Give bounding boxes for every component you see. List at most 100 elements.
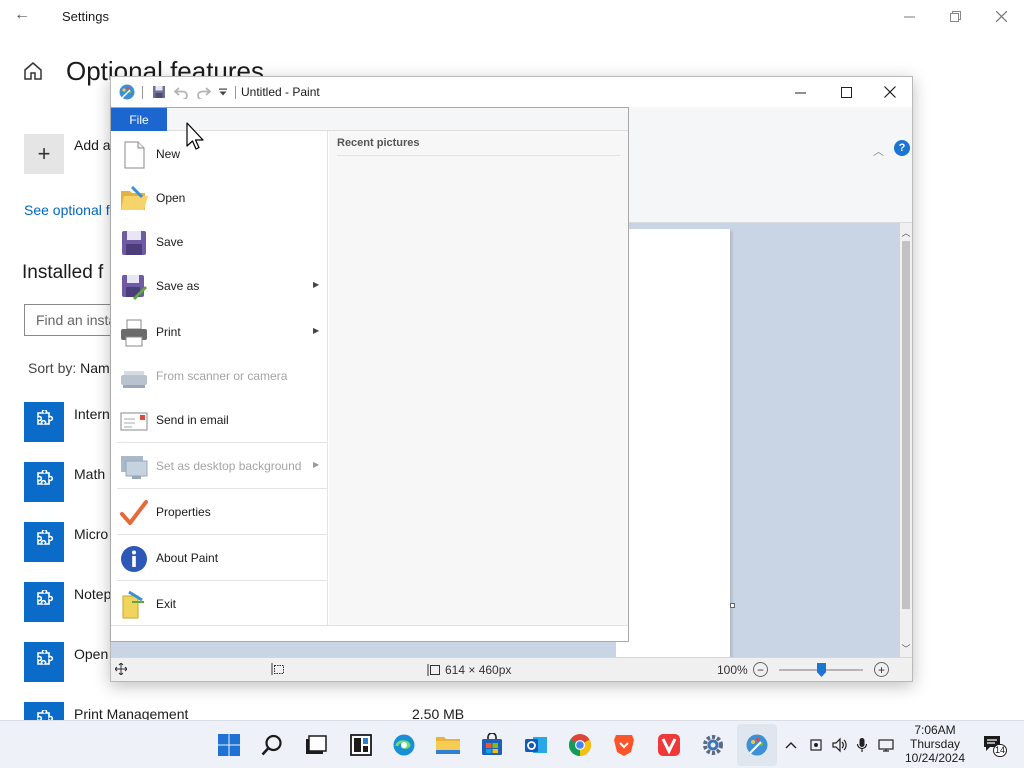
minimize-icon[interactable] [777, 77, 823, 107]
scroll-down-icon[interactable]: ﹀ [900, 641, 912, 655]
settings-title: Settings [62, 9, 109, 24]
puzzle-piece-icon [24, 462, 64, 502]
clock[interactable]: 7:06AM Thursday 10/24/2024 [900, 723, 970, 765]
show-hidden-icons-chevron-icon[interactable] [781, 735, 801, 755]
chrome-icon[interactable] [566, 731, 594, 759]
menu-item-save-as[interactable]: Save as ▶ [111, 265, 328, 309]
network-monitor-icon[interactable] [876, 735, 896, 755]
cursor-position-icon [115, 663, 127, 675]
menu-item-set-desktop-background[interactable]: Set as desktop background ▶ [111, 445, 328, 489]
selection-size-icon [271, 663, 285, 675]
collapse-ribbon-icon[interactable]: ︿ [873, 143, 884, 159]
help-icon[interactable]: ? [894, 140, 910, 156]
paint-titlebar[interactable]: Untitled - Paint [111, 77, 912, 107]
notification-count-badge: 14 [993, 744, 1008, 757]
menu-item-open[interactable]: Open [111, 177, 328, 221]
separator [142, 86, 143, 99]
menu-item-properties[interactable]: Properties [111, 491, 328, 535]
menu-item-label: Send in email [156, 413, 229, 427]
menu-item-label: Set as desktop background [156, 459, 302, 473]
menu-item-label: Save as [156, 279, 200, 293]
checkmark-icon [120, 500, 148, 525]
paint-app-icon[interactable] [118, 83, 136, 101]
paint-window-title: Untitled - Paint [241, 85, 320, 99]
recent-pictures-panel: Recent pictures [329, 131, 628, 625]
puzzle-piece-icon [24, 522, 64, 562]
close-icon[interactable] [867, 77, 913, 107]
brave-browser-icon[interactable] [610, 731, 638, 759]
search-icon[interactable] [258, 731, 286, 759]
sort-by[interactable]: Sort by: Nam [28, 360, 110, 376]
widgets-icon[interactable] [347, 731, 375, 759]
file-tab[interactable]: File [111, 108, 167, 131]
canvas-size: 614 × 460px [427, 663, 511, 677]
menu-item-exit[interactable]: Exit [111, 583, 328, 627]
file-explorer-icon[interactable] [434, 731, 462, 759]
canvas-size-text: 614 × 460px [445, 663, 512, 677]
meet-now-icon[interactable] [806, 735, 826, 755]
menu-item-label: Open [156, 191, 186, 205]
maximize-icon[interactable] [823, 77, 869, 107]
undo-icon[interactable] [172, 83, 190, 101]
close-icon[interactable] [978, 4, 1024, 28]
scrollbar-thumb[interactable] [902, 241, 910, 609]
menu-item-label: New [156, 147, 181, 161]
add-feature-button[interactable]: + [24, 134, 64, 174]
recent-pictures-heading: Recent pictures [337, 137, 620, 156]
paint-taskbar-icon[interactable] [743, 731, 771, 759]
zoom-out-icon[interactable]: − [753, 662, 768, 677]
save-icon[interactable] [150, 83, 168, 101]
floppy-disk-icon [122, 231, 146, 255]
task-view-icon[interactable] [302, 731, 330, 759]
desktop-background-icon [121, 456, 148, 479]
menu-divider [117, 488, 327, 489]
menu-item-label: Properties [156, 505, 211, 519]
microsoft-store-icon[interactable] [478, 731, 506, 759]
menu-item-print[interactable]: Print ▶ [111, 311, 328, 355]
menu-item-new[interactable]: New [111, 133, 328, 177]
sort-label: Sort by: [28, 360, 77, 376]
add-feature-label[interactable]: Add a [74, 137, 111, 153]
feature-name: Open [74, 646, 109, 662]
clock-time: 7:06AM [914, 723, 956, 737]
sort-value[interactable]: Nam [80, 360, 110, 376]
menu-item-about-paint[interactable]: About Paint [111, 537, 328, 581]
menu-divider [117, 534, 327, 535]
see-optional-features-link[interactable]: See optional f [24, 202, 110, 218]
menu-divider [117, 580, 327, 581]
drawing-canvas[interactable] [616, 229, 730, 657]
mouse-pointer-icon [186, 122, 204, 150]
zoom-slider-thumb[interactable] [817, 663, 826, 677]
canvas-resize-handle[interactable] [730, 603, 735, 608]
outlook-icon[interactable] [522, 731, 550, 759]
back-arrow-icon[interactable]: ← [14, 6, 30, 24]
menu-divider [117, 442, 327, 443]
puzzle-piece-icon [24, 402, 64, 442]
notification-center[interactable]: 14 [983, 735, 1008, 757]
feature-name: Notep [74, 586, 112, 602]
home-icon[interactable] [22, 60, 44, 82]
minimize-icon[interactable] [886, 4, 932, 28]
settings-gear-icon[interactable] [699, 731, 727, 759]
clock-day: Thursday [909, 737, 961, 751]
menu-item-send-in-email[interactable]: Send in email [111, 399, 328, 443]
zoom-in-icon[interactable]: + [874, 662, 889, 677]
printer-icon [121, 319, 147, 347]
restore-icon[interactable] [932, 4, 978, 28]
redo-icon[interactable] [194, 83, 212, 101]
vertical-scrollbar[interactable]: ︿ ﹀ [900, 223, 912, 657]
menu-item-save[interactable]: Save [111, 221, 328, 265]
speaker-icon[interactable] [829, 735, 849, 755]
edge-browser-icon[interactable] [390, 731, 418, 759]
email-icon [120, 412, 148, 431]
windows-start-icon[interactable] [215, 731, 243, 759]
scanner-icon [121, 371, 147, 388]
microphone-icon[interactable] [852, 735, 872, 755]
menu-item-label: Save [156, 235, 184, 249]
menu-item-from-scanner[interactable]: From scanner or camera [111, 355, 328, 399]
scroll-up-icon[interactable]: ︿ [900, 225, 912, 239]
customize-toolbar-icon[interactable] [214, 83, 232, 101]
installed-features-heading: Installed f [22, 262, 104, 283]
puzzle-piece-icon [24, 642, 64, 682]
vivaldi-icon[interactable] [655, 731, 683, 759]
